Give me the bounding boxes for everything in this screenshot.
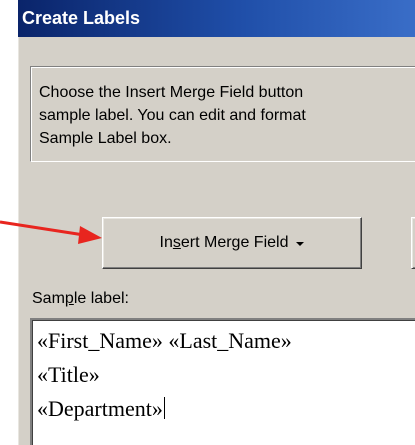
screenshot-stage: Create Labels Choose the Insert Merge Fi…: [0, 0, 415, 445]
text-caret: [163, 397, 165, 419]
sample-label-line-1: «First_Name» «Last_Name»: [37, 328, 292, 353]
window-title: Create Labels: [22, 8, 141, 28]
sample-label-textbox[interactable]: «First_Name» «Last_Name» «Title» «Depart…: [30, 318, 415, 445]
sample-label-line-3: «Department»: [37, 396, 165, 421]
insert-merge-field-label: Insert Merge Field: [159, 234, 289, 251]
sample-label-caption: Sample label:: [32, 290, 129, 307]
instruction-line-3: Sample Label box.: [39, 130, 172, 147]
insert-merge-field-button[interactable]: Insert Merge Field: [102, 217, 362, 269]
create-labels-dialog: Create Labels Choose the Insert Merge Fi…: [17, 0, 415, 445]
instructions-group: Choose the Insert Merge Field button sam…: [30, 66, 415, 162]
window-title-bar[interactable]: Create Labels: [18, 0, 415, 37]
chevron-down-icon: [296, 242, 305, 246]
partial-button-right[interactable]: [411, 217, 415, 269]
instruction-line-2: sample label. You can edit and format: [39, 107, 306, 124]
sample-label-line-2: «Title»: [37, 362, 100, 387]
instruction-line-1: Choose the Insert Merge Field button: [39, 84, 304, 101]
